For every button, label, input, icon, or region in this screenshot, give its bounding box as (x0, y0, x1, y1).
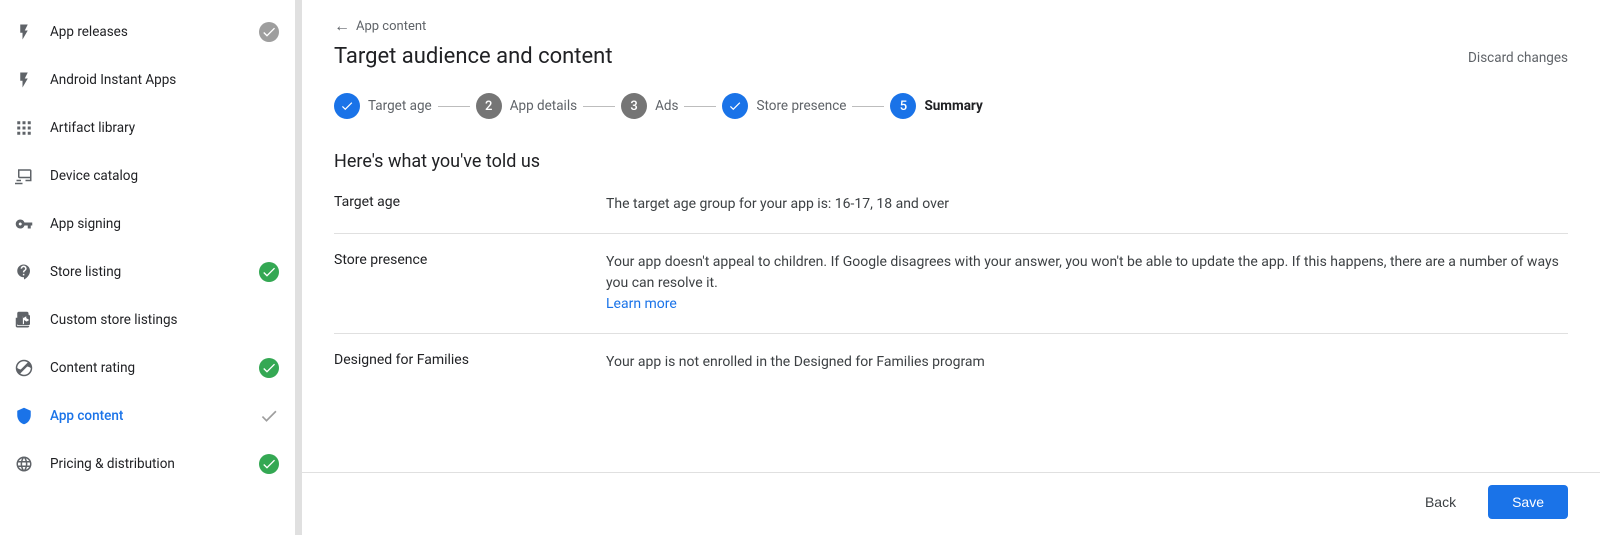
summary-section: Target age The target age group for your… (334, 176, 1568, 391)
rating-icon (12, 356, 36, 380)
sidebar-item-custom-store-listings[interactable]: Custom store listings (0, 296, 295, 344)
sidebar-item-artifact-library[interactable]: Artifact library (0, 104, 295, 152)
sidebar-item-label: Custom store listings (50, 312, 279, 328)
summary-row-store-presence: Store presence Your app doesn't appeal t… (334, 234, 1568, 334)
sidebar-item-label: Device catalog (50, 168, 279, 184)
sidebar-item-label: Pricing & distribution (50, 456, 259, 472)
summary-row-designed-families: Designed for Families Your app is not en… (334, 334, 1568, 391)
sidebar-item-app-content[interactable]: App content (0, 392, 295, 440)
step-circle-store-presence (722, 93, 748, 119)
step-connector-1 (438, 106, 470, 107)
step-target-age[interactable]: Target age (334, 93, 432, 119)
step-connector-3 (684, 106, 716, 107)
summary-key-designed-families: Designed for Families (334, 352, 574, 373)
step-label-ads: Ads (655, 98, 678, 114)
summary-row-target-age: Target age The target age group for your… (334, 176, 1568, 234)
discard-changes-link[interactable]: Discard changes (1468, 50, 1568, 66)
summary-key-store-presence: Store presence (334, 252, 574, 315)
step-circle-target-age (334, 93, 360, 119)
status-check-icon (259, 22, 279, 42)
sidebar-item-app-releases[interactable]: App releases (0, 8, 295, 56)
learn-more-link[interactable]: Learn more (606, 296, 677, 312)
breadcrumb: ← App content (334, 16, 1568, 36)
step-circle-ads: 3 (621, 93, 647, 119)
device-icon (12, 164, 36, 188)
save-button[interactable]: Save (1488, 485, 1568, 519)
step-circle-app-details: 2 (476, 93, 502, 119)
step-circle-summary: 5 (890, 93, 916, 119)
shield-icon (12, 404, 36, 428)
step-connector-2 (583, 106, 615, 107)
lightning-icon (12, 20, 36, 44)
page-title: Target audience and content (334, 44, 613, 69)
step-label-target-age: Target age (368, 98, 432, 114)
step-ads[interactable]: 3 Ads (621, 93, 678, 119)
sidebar-item-label: App content (50, 408, 259, 424)
sidebar-item-pricing-distribution[interactable]: Pricing & distribution (0, 440, 295, 488)
store2-icon (12, 308, 36, 332)
step-store-presence[interactable]: Store presence (722, 93, 846, 119)
sidebar-item-label: App releases (50, 24, 259, 40)
sidebar-item-label: Content rating (50, 360, 259, 376)
grid-icon (12, 116, 36, 140)
back-arrow-icon[interactable]: ← (334, 16, 350, 36)
footer: Back Save (302, 472, 1600, 535)
page-header: Target audience and content Discard chan… (334, 44, 1568, 69)
summary-value-target-age: The target age group for your app is: 16… (606, 194, 1568, 215)
back-button[interactable]: Back (1405, 486, 1476, 518)
step-app-details[interactable]: 2 App details (476, 93, 577, 119)
status-complete-icon (259, 262, 279, 282)
step-label-store-presence: Store presence (756, 98, 846, 114)
sidebar-item-store-listing[interactable]: Store listing (0, 248, 295, 296)
sidebar-item-label: Store listing (50, 264, 259, 280)
status-grey-check-icon (259, 406, 279, 426)
sidebar: App releases Android Instant Apps Artifa… (0, 0, 296, 535)
main-content: ← App content Target audience and conten… (302, 0, 1600, 535)
key-icon (12, 212, 36, 236)
sidebar-item-android-instant-apps[interactable]: Android Instant Apps (0, 56, 295, 104)
breadcrumb-text: App content (356, 19, 426, 34)
sidebar-item-content-rating[interactable]: Content rating (0, 344, 295, 392)
step-label-app-details: App details (510, 98, 577, 114)
status-complete-icon (259, 358, 279, 378)
store-icon (12, 260, 36, 284)
stepper: Target age 2 App details 3 Ads Store pre… (334, 93, 1568, 123)
sidebar-item-app-signing[interactable]: App signing (0, 200, 295, 248)
sidebar-item-label: Android Instant Apps (50, 72, 279, 88)
summary-key-target-age: Target age (334, 194, 574, 215)
summary-value-text: Your app doesn't appeal to children. If … (606, 254, 1559, 291)
summary-heading: Here's what you've told us (334, 151, 1568, 172)
globe-icon (12, 452, 36, 476)
bolt-icon (12, 68, 36, 92)
summary-value-store-presence: Your app doesn't appeal to children. If … (606, 252, 1568, 315)
summary-value-designed-families: Your app is not enrolled in the Designed… (606, 352, 1568, 373)
status-complete-icon (259, 454, 279, 474)
step-connector-4 (852, 106, 884, 107)
sidebar-item-label: Artifact library (50, 120, 279, 136)
sidebar-item-device-catalog[interactable]: Device catalog (0, 152, 295, 200)
sidebar-item-label: App signing (50, 216, 279, 232)
step-label-summary: Summary (924, 98, 982, 114)
step-summary[interactable]: 5 Summary (890, 93, 982, 119)
